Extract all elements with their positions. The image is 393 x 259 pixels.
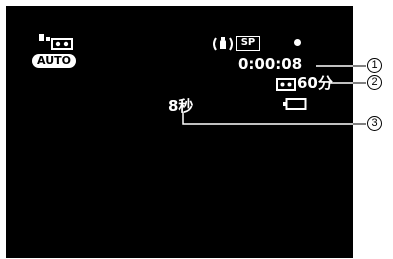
callout-leaders — [182, 65, 366, 125]
callout-1: 1 — [367, 58, 382, 73]
callout-3-leader — [182, 112, 366, 125]
callout-3: 3 — [367, 116, 382, 131]
callout-2: 2 — [367, 75, 382, 90]
